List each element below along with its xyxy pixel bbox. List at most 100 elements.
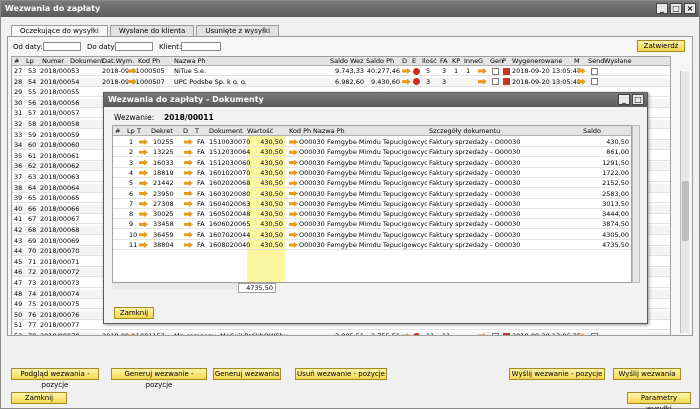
client-input[interactable] xyxy=(181,42,221,51)
confirm-button[interactable]: Zatwierdź xyxy=(637,40,685,52)
decree-arrow-icon[interactable] xyxy=(139,210,148,219)
document-arrow-icon[interactable] xyxy=(184,190,193,199)
client-arrow-icon[interactable] xyxy=(289,231,298,240)
document-arrow-icon[interactable] xyxy=(184,220,193,229)
document-row[interactable]: 2 13225 FA 1512030064 430,50 O00030 Femgybe Mi… xyxy=(113,148,631,158)
close-icon[interactable]: × xyxy=(684,3,696,14)
document-row[interactable]: 10 36459 FA 1607020044 430,50 O00030 Femgybe M… xyxy=(113,231,631,240)
remove-positions-button[interactable]: Usuń wezwanie - pozycje xyxy=(295,368,387,380)
documents-col-header[interactable]: Dokument xyxy=(209,126,243,136)
date-to-input[interactable] xyxy=(115,42,153,51)
document-row[interactable]: 7 27308 FA 1604020063 430,50 O00030 Femgybe Mi… xyxy=(113,200,631,209)
documents-col-header[interactable]: # xyxy=(115,126,120,136)
grid-col-header[interactable]: KP xyxy=(452,57,460,66)
documents-col-header[interactable]: T xyxy=(195,126,199,136)
documents-col-header[interactable]: Kod Ph xyxy=(289,126,311,136)
alert-icon[interactable] xyxy=(413,332,420,335)
preview-positions-button[interactable]: Podgląd wezwania - pozycje xyxy=(11,368,99,389)
client-arrow-icon[interactable] xyxy=(289,169,298,178)
documents-col-header[interactable]: Szczegóły dokumentu xyxy=(429,126,500,136)
document-arrow-icon[interactable] xyxy=(184,231,193,240)
decree-arrow-icon[interactable] xyxy=(139,190,148,199)
document-arrow-icon[interactable] xyxy=(402,78,411,87)
document-row[interactable]: 6 23950 FA 1603020080 430,50 O00030 Femgybe Mi… xyxy=(113,190,631,199)
document-arrow-icon[interactable] xyxy=(184,241,193,250)
date-from-input[interactable] xyxy=(43,42,81,51)
document-row[interactable]: 5 21442 FA 1602020068 430,50 O00030 Femgybe Mi… xyxy=(113,179,631,189)
client-arrow-icon[interactable] xyxy=(289,200,298,209)
documents-hscrollbar[interactable] xyxy=(112,283,238,290)
client-arrow-icon[interactable] xyxy=(289,220,298,229)
decree-arrow-icon[interactable] xyxy=(139,138,148,147)
send-positions-button[interactable]: Wyślij wezwanie - pozycje xyxy=(509,368,605,380)
scrollbar-thumb[interactable] xyxy=(682,181,689,241)
link-arrow-icon[interactable] xyxy=(128,332,137,335)
document-arrow-icon[interactable] xyxy=(184,179,193,188)
grid-col-header[interactable]: # xyxy=(14,57,19,66)
documents-col-header[interactable]: Nazwa Ph xyxy=(313,126,345,136)
grid-col-header[interactable]: Saldo Wez xyxy=(330,57,364,66)
generate-arrow-icon[interactable] xyxy=(478,332,487,335)
grid-col-header[interactable]: E xyxy=(412,57,416,66)
maximize-icon[interactable]: □ xyxy=(670,3,682,14)
client-arrow-icon[interactable] xyxy=(289,190,298,199)
grid-col-header[interactable]: FA xyxy=(440,57,448,66)
grid-col-header[interactable]: D xyxy=(402,57,407,66)
client-arrow-icon[interactable] xyxy=(289,138,298,147)
documents-col-header[interactable]: Lp xyxy=(127,126,135,136)
table-row[interactable]: 28 54 2018/00054 2018-09-01 000507 UPC Podsbe… xyxy=(12,77,670,87)
grid-col-header[interactable]: Ilość xyxy=(422,57,437,66)
pdf-icon[interactable] xyxy=(503,67,510,76)
grid-col-header[interactable]: Inne xyxy=(464,57,478,66)
grid-col-header[interactable]: Lp xyxy=(26,57,34,66)
client-arrow-icon[interactable] xyxy=(289,210,298,219)
alert-icon[interactable] xyxy=(413,78,420,87)
document-arrow-icon[interactable] xyxy=(184,148,193,157)
grid-col-header[interactable]: G xyxy=(478,57,483,66)
document-row[interactable]: 9 33458 FA 1606020065 430,50 O00030 Femgybe Mi… xyxy=(113,220,631,230)
documents-col-header[interactable]: Saldo xyxy=(583,126,601,136)
document-arrow-icon[interactable] xyxy=(184,200,193,209)
decree-arrow-icon[interactable] xyxy=(139,148,148,157)
grid-col-header[interactable]: M xyxy=(574,57,580,66)
decree-arrow-icon[interactable] xyxy=(139,241,148,250)
decree-arrow-icon[interactable] xyxy=(139,200,148,209)
table-row[interactable]: 52 78 2018/00078 2018-09-01 001153 Mp-company… xyxy=(12,332,670,335)
document-arrow-icon[interactable] xyxy=(402,332,411,335)
generate-button[interactable]: Generuj wezwania xyxy=(213,368,281,380)
send-button[interactable]: Wyślij wezwania xyxy=(613,368,681,380)
grid-col-header[interactable]: Wygenerowane xyxy=(512,57,562,66)
document-arrow-icon[interactable] xyxy=(402,67,411,76)
document-row[interactable]: 11 38804 FA 1608020040 430,50 O00030 Femgybe M… xyxy=(113,241,631,250)
gen-checkbox[interactable] xyxy=(492,78,499,87)
dialog-close-button[interactable]: Zamknij xyxy=(114,307,154,319)
document-row[interactable]: 1 10255 FA 1510030070 430,50 O00030 Femgybe Mi… xyxy=(113,138,631,147)
minimize-icon[interactable]: _ xyxy=(656,3,668,14)
generate-arrow-icon[interactable] xyxy=(478,78,487,87)
pdf-icon[interactable] xyxy=(503,78,510,87)
document-arrow-icon[interactable] xyxy=(184,210,193,219)
client-arrow-icon[interactable] xyxy=(289,241,298,250)
documents-scrollbar[interactable] xyxy=(632,125,640,283)
alert-icon[interactable] xyxy=(413,67,420,76)
mail-arrow-icon[interactable] xyxy=(577,78,586,87)
client-arrow-icon[interactable] xyxy=(289,159,298,168)
document-arrow-icon[interactable] xyxy=(184,159,193,168)
grid-col-header[interactable]: Kod Ph xyxy=(138,57,160,66)
generate-positions-button[interactable]: Generuj wezwanie - pozycje xyxy=(111,368,207,389)
generate-arrow-icon[interactable] xyxy=(478,67,487,76)
decree-arrow-icon[interactable] xyxy=(139,169,148,178)
grid-vertical-scrollbar[interactable] xyxy=(680,71,689,333)
client-arrow-icon[interactable] xyxy=(289,179,298,188)
send-params-button[interactable]: Parametry wysyłki xyxy=(627,392,691,409)
link-arrow-icon[interactable] xyxy=(128,78,137,87)
send-checkbox[interactable] xyxy=(591,67,598,76)
document-row[interactable]: 3 16033 FA 1512030060 430,50 O00030 Femgybe Mi… xyxy=(113,159,631,168)
dialog-minimize-icon[interactable]: _ xyxy=(618,94,630,105)
document-row[interactable]: 8 30025 FA 1605020048 430,50 O00030 Femgybe Mi… xyxy=(113,210,631,220)
table-row[interactable]: 27 53 2018/00053 2018-09-01 000505 NiTue S.e.… xyxy=(12,67,670,76)
grid-col-header[interactable]: Send xyxy=(588,57,604,66)
send-checkbox[interactable] xyxy=(591,332,598,335)
gen-checkbox[interactable] xyxy=(492,332,499,335)
send-checkbox[interactable] xyxy=(591,78,598,87)
